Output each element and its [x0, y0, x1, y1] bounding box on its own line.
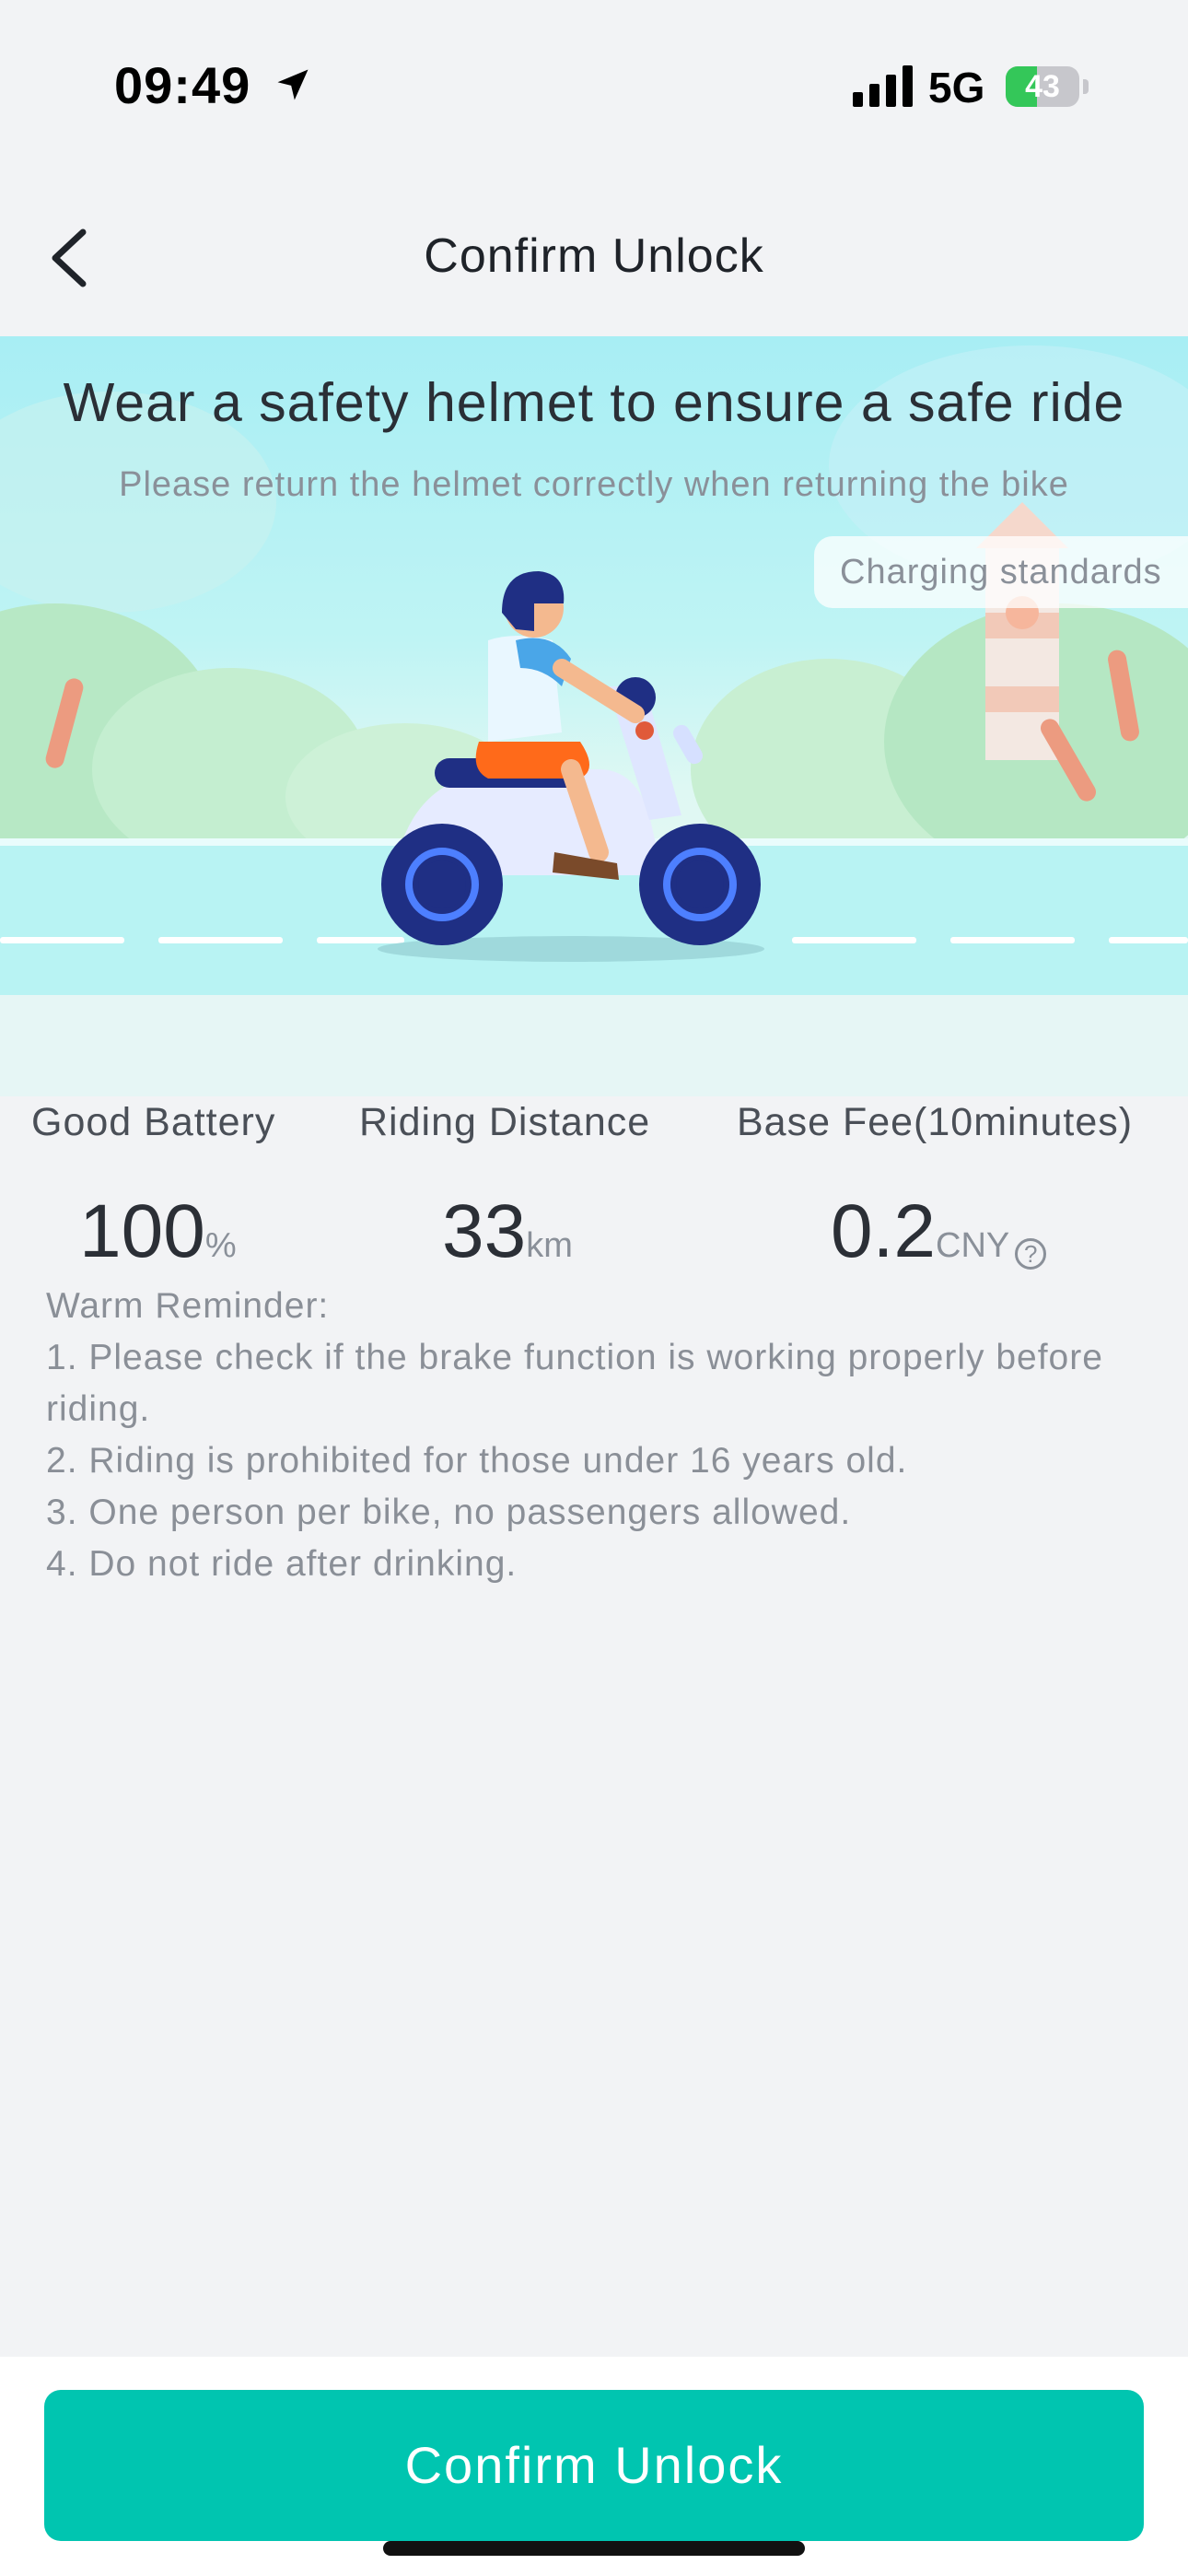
reminder-heading: Warm Reminder:: [46, 1286, 330, 1326]
hero-banner: Wear a safety helmet to ensure a safe ri…: [0, 336, 1188, 1096]
reminder-item: 2. Riding is prohibited for those under …: [46, 1441, 908, 1481]
footer-bar: Confirm Unlock: [0, 2357, 1188, 2576]
hero-title: Wear a safety helmet to ensure a safe ri…: [63, 372, 1125, 433]
network-type: 5G: [928, 64, 985, 111]
reminder-item: 3. One person per bike, no passengers al…: [46, 1493, 852, 1532]
confirm-unlock-button[interactable]: Confirm Unlock: [44, 2390, 1144, 2541]
warm-reminder: Warm Reminder: 1. Please check if the br…: [46, 1281, 1142, 1590]
reminder-item: 1. Please check if the brake function is…: [46, 1338, 1103, 1429]
page-title: Confirm Unlock: [424, 229, 764, 283]
cellular-signal-icon: [853, 65, 913, 107]
battery-icon: 43: [1006, 66, 1089, 107]
fee-value: 0.2: [831, 1189, 936, 1273]
distance-label: Riding Distance: [359, 1100, 651, 1144]
home-indicator[interactable]: [383, 2541, 805, 2556]
reminder-item: 4. Do not ride after drinking.: [46, 1544, 518, 1584]
bike-stats: Good Battery Riding Distance Base Fee(10…: [0, 1096, 1188, 1281]
location-arrow-icon: [277, 69, 309, 100]
scooter-rider-illustration: [0, 345, 1188, 1096]
charging-standards-link[interactable]: Charging standards: [814, 536, 1188, 608]
fee-unit: CNY: [936, 1226, 1010, 1265]
status-time: 09:49: [114, 56, 251, 114]
battery-unit: %: [204, 1226, 237, 1265]
distance-unit: km: [526, 1226, 573, 1265]
battery-stat: 100%: [79, 1188, 237, 1275]
hero-subtitle: Please return the helmet correctly when …: [119, 465, 1069, 504]
status-bar: 09:49 5G 43: [0, 0, 1188, 175]
fee-stat: 0.2CNY?: [831, 1188, 1047, 1275]
battery-value: 100: [79, 1189, 205, 1273]
distance-stat: 33km: [442, 1188, 573, 1275]
fee-label: Base Fee(10minutes): [737, 1100, 1134, 1144]
nav-bar: Confirm Unlock: [0, 175, 1188, 336]
battery-label: Good Battery: [31, 1100, 276, 1144]
battery-level: 43: [1025, 69, 1060, 104]
distance-value: 33: [442, 1189, 527, 1273]
help-question-icon[interactable]: ?: [1015, 1238, 1047, 1270]
